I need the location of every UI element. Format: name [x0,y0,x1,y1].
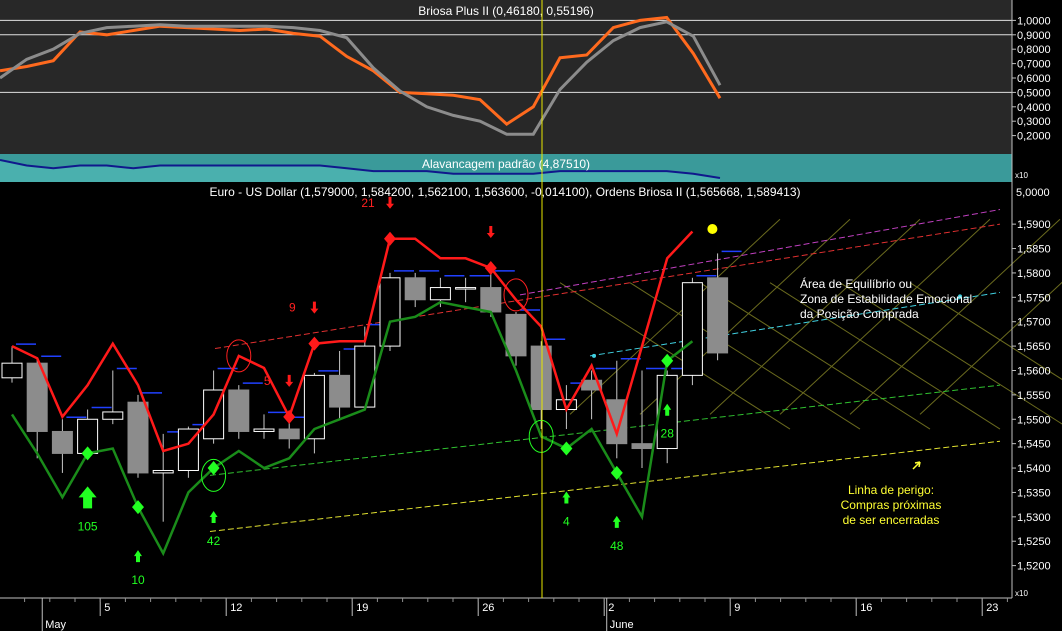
x-tick-label: 19 [356,602,368,614]
price-tick-label: 1,5500 [1017,414,1051,426]
month-label: June [610,619,634,631]
oscillator-y-axis: 1,0000 0,9000 0,8000 0,7000 0,6000 0,5000 0,40… [1012,15,1051,143]
oscillator-panel-bg [0,0,1012,154]
price-tick-label: 1,5600 [1017,365,1051,377]
candle-body [329,374,351,408]
leverage-scale-label: x10 [1015,171,1028,180]
price-tick-label: 1,5450 [1017,439,1051,451]
candle-body [505,313,527,357]
price-tick-label: 1,5550 [1017,390,1051,402]
buy-signal-label: 42 [207,534,221,548]
annotation-line-2: Zona de Estabilidade Emocional [800,292,972,306]
price-tick-label: 1,5250 [1017,536,1051,548]
danger-line-1: Linha de perigo: [848,483,934,497]
price-tick-label: 1,5800 [1017,268,1051,280]
price-tick-label: 1,5850 [1017,244,1051,256]
candle-body [152,469,174,474]
candle-body [429,287,451,301]
oscillator-tick-label: 0,6000 [1017,73,1051,85]
equilibrium-start-dot [592,353,596,358]
candle-body [51,430,73,454]
price-panel-bg [0,182,1012,598]
month-label: May [45,619,66,631]
x-tick-label: 16 [860,602,872,614]
candle-body [404,277,426,301]
danger-line-2: Compras próximas [841,498,942,512]
chart-canvas: Briosa Plus II (0,46180, 0,55196) 1,0000… [0,0,1062,631]
leverage-title: Alavancagem padrão (4,87510) [422,157,590,171]
oscillator-title: Briosa Plus II (0,46180, 0,55196) [418,4,593,18]
x-tick-label: 26 [482,602,494,614]
x-axis-bg [0,598,1062,631]
annotation-line-1: Área de Equilíbrio ou [800,276,912,291]
candle-body [1,362,23,379]
candle-body [278,428,300,440]
danger-line-3: de ser encerradas [843,513,940,527]
oscillator-tick-label: 0,3000 [1017,116,1051,128]
price-tick-label: 1,5400 [1017,463,1051,475]
price-tick-label: 1,5200 [1017,561,1051,573]
buy-signal-label: 48 [610,539,624,553]
candle-body [102,411,124,420]
price-tick-label: 1,5300 [1017,512,1051,524]
price-tick-label: 1,5900 [1017,219,1051,231]
last-order-marker [707,224,718,235]
candle-body [681,282,703,376]
annotation-line-3: da Posição Comprada [800,307,919,321]
x-tick-label: 23 [986,602,998,614]
oscillator-tick-label: 0,5000 [1017,87,1051,99]
price-tick-label: 1,5700 [1017,317,1051,329]
buy-signal-label: 4 [563,515,570,529]
candle-body [455,287,477,290]
leverage-tick: 5,0000 [1016,187,1050,199]
oscillator-tick-label: 1,0000 [1017,15,1051,27]
price-tick-label: 1,5750 [1017,292,1051,304]
candle-body [354,345,376,408]
sell-signal-label: 9 [289,301,296,315]
x-tick-label: 5 [104,602,110,614]
price-scale-label: x10 [1015,589,1028,598]
danger-annotation: Linha de perigo: Compras próximas de ser… [841,483,942,527]
candle-body [253,428,275,432]
price-tick-label: 1,5350 [1017,487,1051,499]
oscillator-tick-label: 0,9000 [1017,30,1051,42]
buy-signal-label: 105 [78,519,98,533]
candle-body [707,277,729,354]
x-tick-label: 12 [230,602,242,614]
candle-body [127,401,149,474]
oscillator-tick-label: 0,8000 [1017,44,1051,56]
buy-signal-label: 28 [661,427,675,441]
candle-body [228,389,250,432]
sell-signal-label: 5 [264,374,271,388]
price-tick-label: 1,5650 [1017,341,1051,353]
candle-body [631,443,653,450]
price-title: Euro - US Dollar (1,579000, 1,584200, 1,… [209,185,800,199]
sell-signal-label: 21 [361,196,375,210]
buy-signal-label: 10 [131,573,145,587]
x-tick-label: 2 [608,602,614,614]
x-tick-label: 9 [734,602,740,614]
oscillator-tick-label: 0,4000 [1017,102,1051,114]
candle-body [379,277,401,347]
price-y-axis: 1,5900 1,5850 1,5800 1,5750 1,5700 1,5650 1,56… [1012,219,1051,573]
candle-body [480,287,502,313]
candle-body [530,345,552,411]
oscillator-tick-label: 0,7000 [1017,59,1051,71]
oscillator-tick-label: 0,2000 [1017,131,1051,143]
